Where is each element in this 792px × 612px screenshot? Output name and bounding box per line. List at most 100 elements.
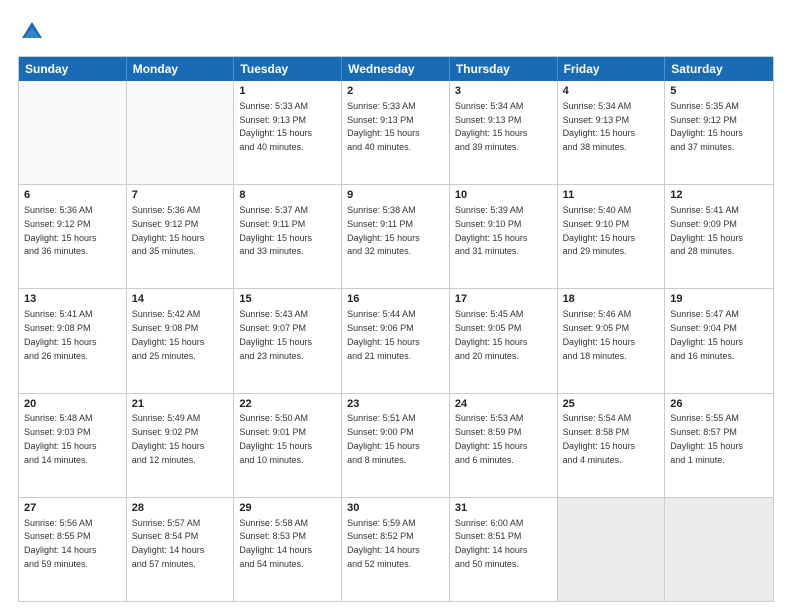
day-number: 25 (563, 397, 660, 412)
cal-cell-day-14: 14 Sunrise: 5:42 AMSunset: 9:08 PMDayligh… (127, 289, 235, 392)
cal-cell-day-25: 25Sunrise: 5:54 AMSunset: 8:58 PMDayligh… (558, 394, 666, 497)
day-number: 27 (24, 501, 121, 516)
day-number: 31 (455, 501, 552, 516)
day-number: 29 (239, 501, 336, 516)
cal-cell-empty (19, 81, 127, 184)
cell-info: Sunrise: 5:54 AMSunset: 8:58 PMDaylight:… (563, 413, 636, 464)
day-number: 13 (24, 292, 121, 307)
day-number: 9 (347, 188, 444, 203)
day-number: 23 (347, 397, 444, 412)
day-number: 19 (670, 292, 768, 307)
calendar-row-2: 13 Sunrise: 5:41 AMSunset: 9:08 PMDayligh… (19, 288, 773, 392)
cal-cell-day-2: 2Sunrise: 5:33 AMSunset: 9:13 PMDaylight… (342, 81, 450, 184)
cal-cell-empty (127, 81, 235, 184)
cell-info: Sunrise: 5:40 AMSunset: 9:10 PMDaylight:… (563, 205, 636, 256)
header-day-thursday: Thursday (450, 57, 558, 81)
cal-cell-day-8: 8 Sunrise: 5:37 AMSunset: 9:11 PMDaylight… (234, 185, 342, 288)
cell-info: Sunrise: 5:46 AMSunset: 9:05 PMDaylight:… (563, 309, 636, 360)
cal-cell-day-15: 15 Sunrise: 5:43 AMSunset: 9:07 PMDayligh… (234, 289, 342, 392)
cal-cell-day-30: 30Sunrise: 5:59 AMSunset: 8:52 PMDayligh… (342, 498, 450, 601)
day-number: 21 (132, 397, 229, 412)
cal-cell-day-24: 24Sunrise: 5:53 AMSunset: 8:59 PMDayligh… (450, 394, 558, 497)
header-day-sunday: Sunday (19, 57, 127, 81)
day-number: 24 (455, 397, 552, 412)
cell-info: Sunrise: 5:48 AMSunset: 9:03 PMDaylight:… (24, 413, 97, 464)
cal-cell-day-5: 5 Sunrise: 5:35 AMSunset: 9:12 PMDaylight… (665, 81, 773, 184)
day-number: 17 (455, 292, 552, 307)
cal-cell-day-9: 9 Sunrise: 5:38 AMSunset: 9:11 PMDaylight… (342, 185, 450, 288)
cal-cell-day-31: 31 Sunrise: 6:00 AMSunset: 8:51 PMDayligh… (450, 498, 558, 601)
cell-info: Sunrise: 5:49 AMSunset: 9:02 PMDaylight:… (132, 413, 205, 464)
cal-cell-day-26: 26Sunrise: 5:55 AMSunset: 8:57 PMDayligh… (665, 394, 773, 497)
cell-info: Sunrise: 5:34 AMSunset: 9:13 PMDaylight:… (563, 101, 636, 152)
cal-cell-day-13: 13 Sunrise: 5:41 AMSunset: 9:08 PMDayligh… (19, 289, 127, 392)
cal-cell-day-12: 12Sunrise: 5:41 AMSunset: 9:09 PMDayligh… (665, 185, 773, 288)
day-number: 28 (132, 501, 229, 516)
day-number: 3 (455, 84, 552, 99)
day-number: 8 (239, 188, 336, 203)
cell-info: Sunrise: 5:41 AMSunset: 9:08 PMDaylight:… (24, 309, 97, 360)
day-number: 20 (24, 397, 121, 412)
cell-info: Sunrise: 5:36 AMSunset: 9:12 PMDaylight:… (132, 205, 205, 256)
calendar-row-0: 1Sunrise: 5:33 AMSunset: 9:13 PMDaylight… (19, 81, 773, 184)
day-number: 12 (670, 188, 768, 203)
cell-info: Sunrise: 5:33 AMSunset: 9:13 PMDaylight:… (239, 101, 312, 152)
day-number: 15 (239, 292, 336, 307)
header-day-friday: Friday (558, 57, 666, 81)
cal-cell-day-28: 28 Sunrise: 5:57 AMSunset: 8:54 PMDayligh… (127, 498, 235, 601)
cell-info: Sunrise: 5:58 AMSunset: 8:53 PMDaylight:… (239, 518, 312, 569)
cal-cell-day-16: 16 Sunrise: 5:44 AMSunset: 9:06 PMDayligh… (342, 289, 450, 392)
cell-info: Sunrise: 5:53 AMSunset: 8:59 PMDaylight:… (455, 413, 528, 464)
header-day-tuesday: Tuesday (234, 57, 342, 81)
cal-cell-day-21: 21Sunrise: 5:49 AMSunset: 9:02 PMDayligh… (127, 394, 235, 497)
cal-cell-empty (665, 498, 773, 601)
day-number: 18 (563, 292, 660, 307)
cal-cell-day-20: 20Sunrise: 5:48 AMSunset: 9:03 PMDayligh… (19, 394, 127, 497)
day-number: 7 (132, 188, 229, 203)
calendar: SundayMondayTuesdayWednesdayThursdayFrid… (18, 56, 774, 602)
header-day-saturday: Saturday (665, 57, 773, 81)
cell-info: Sunrise: 5:50 AMSunset: 9:01 PMDaylight:… (239, 413, 312, 464)
cal-cell-day-19: 19 Sunrise: 5:47 AMSunset: 9:04 PMDayligh… (665, 289, 773, 392)
cell-info: Sunrise: 5:47 AMSunset: 9:04 PMDaylight:… (670, 309, 743, 360)
calendar-row-1: 6 Sunrise: 5:36 AMSunset: 9:12 PMDaylight… (19, 184, 773, 288)
cell-info: Sunrise: 5:43 AMSunset: 9:07 PMDaylight:… (239, 309, 312, 360)
calendar-row-4: 27 Sunrise: 5:56 AMSunset: 8:55 PMDayligh… (19, 497, 773, 601)
cell-info: Sunrise: 5:51 AMSunset: 9:00 PMDaylight:… (347, 413, 420, 464)
cell-info: Sunrise: 5:56 AMSunset: 8:55 PMDaylight:… (24, 518, 97, 569)
cell-info: Sunrise: 5:36 AMSunset: 9:12 PMDaylight:… (24, 205, 97, 256)
cal-cell-day-22: 22Sunrise: 5:50 AMSunset: 9:01 PMDayligh… (234, 394, 342, 497)
calendar-body: 1Sunrise: 5:33 AMSunset: 9:13 PMDaylight… (19, 81, 773, 601)
cell-info: Sunrise: 5:59 AMSunset: 8:52 PMDaylight:… (347, 518, 420, 569)
logo-icon (18, 18, 46, 46)
cell-info: Sunrise: 5:34 AMSunset: 9:13 PMDaylight:… (455, 101, 528, 152)
day-number: 5 (670, 84, 768, 99)
cell-info: Sunrise: 5:33 AMSunset: 9:13 PMDaylight:… (347, 101, 420, 152)
cal-cell-day-27: 27 Sunrise: 5:56 AMSunset: 8:55 PMDayligh… (19, 498, 127, 601)
cell-info: Sunrise: 5:38 AMSunset: 9:11 PMDaylight:… (347, 205, 420, 256)
day-number: 11 (563, 188, 660, 203)
cal-cell-day-1: 1Sunrise: 5:33 AMSunset: 9:13 PMDaylight… (234, 81, 342, 184)
cell-info: Sunrise: 5:44 AMSunset: 9:06 PMDaylight:… (347, 309, 420, 360)
header (18, 18, 774, 46)
cell-info: Sunrise: 5:39 AMSunset: 9:10 PMDaylight:… (455, 205, 528, 256)
day-number: 10 (455, 188, 552, 203)
day-number: 6 (24, 188, 121, 203)
cell-info: Sunrise: 5:42 AMSunset: 9:08 PMDaylight:… (132, 309, 205, 360)
cal-cell-day-10: 10 Sunrise: 5:39 AMSunset: 9:10 PMDayligh… (450, 185, 558, 288)
cell-info: Sunrise: 5:35 AMSunset: 9:12 PMDaylight:… (670, 101, 743, 152)
calendar-row-3: 20Sunrise: 5:48 AMSunset: 9:03 PMDayligh… (19, 393, 773, 497)
header-day-monday: Monday (127, 57, 235, 81)
day-number: 4 (563, 84, 660, 99)
cal-cell-day-18: 18 Sunrise: 5:46 AMSunset: 9:05 PMDayligh… (558, 289, 666, 392)
cal-cell-day-6: 6 Sunrise: 5:36 AMSunset: 9:12 PMDaylight… (19, 185, 127, 288)
cal-cell-day-23: 23Sunrise: 5:51 AMSunset: 9:00 PMDayligh… (342, 394, 450, 497)
cell-info: Sunrise: 5:57 AMSunset: 8:54 PMDaylight:… (132, 518, 205, 569)
cal-cell-day-4: 4 Sunrise: 5:34 AMSunset: 9:13 PMDaylight… (558, 81, 666, 184)
day-number: 14 (132, 292, 229, 307)
day-number: 16 (347, 292, 444, 307)
cell-info: Sunrise: 6:00 AMSunset: 8:51 PMDaylight:… (455, 518, 528, 569)
cell-info: Sunrise: 5:37 AMSunset: 9:11 PMDaylight:… (239, 205, 312, 256)
cal-cell-day-3: 3 Sunrise: 5:34 AMSunset: 9:13 PMDaylight… (450, 81, 558, 184)
cell-info: Sunrise: 5:45 AMSunset: 9:05 PMDaylight:… (455, 309, 528, 360)
